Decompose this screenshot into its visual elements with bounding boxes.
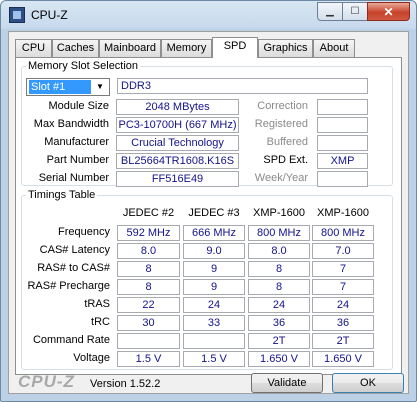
timing-row-label: tRAS <box>84 298 110 310</box>
cpuz-window: CPU-Z ▁ ☐ ✕ CPU Caches Mainboard Memory … <box>0 0 417 402</box>
part-number-value: BL25664TR1608.K16S <box>116 153 239 169</box>
memory-type-field: DDR3 <box>117 78 368 94</box>
timing-cell: 33 <box>183 315 245 331</box>
tab-cpu[interactable]: CPU <box>15 39 52 57</box>
minimize-button[interactable]: ▁ <box>317 2 343 21</box>
max-bandwidth-value: PC3-10700H (667 MHz) <box>116 117 239 133</box>
buffered-value <box>317 135 368 151</box>
timings-column-header: JEDEC #3 <box>188 207 240 219</box>
title-bar[interactable]: CPU-Z ▁ ☐ ✕ <box>1 1 416 29</box>
manufacturer-value: Crucial Technology <box>116 135 239 151</box>
timing-cell: 8 <box>117 261 180 277</box>
chevron-down-icon[interactable]: ▼ <box>92 80 108 94</box>
maximize-button[interactable]: ☐ <box>342 2 368 21</box>
timings-table-legend: Timings Table <box>28 189 96 201</box>
timings-column-header: XMP-1600 <box>317 207 369 219</box>
registered-label: Registered <box>254 118 308 130</box>
timing-cell <box>183 333 245 349</box>
version-text: Version 1.52.2 <box>90 378 161 390</box>
timing-cell: 8 <box>117 279 180 295</box>
timing-cell: 2T <box>248 333 310 349</box>
validate-button[interactable]: Validate <box>251 373 323 393</box>
timing-cell: 592 MHz <box>117 225 180 241</box>
timing-cell: 8.0 <box>117 243 180 259</box>
week-year-value <box>317 171 368 187</box>
timing-row-label: RAS# to CAS# <box>37 262 110 274</box>
timing-cell: 9 <box>183 279 245 295</box>
correction-label: Correction <box>257 100 308 112</box>
registered-value <box>317 117 368 133</box>
timing-cell: 24 <box>312 297 374 313</box>
timing-cell: 24 <box>248 297 310 313</box>
part-number-label: Part Number <box>46 154 109 166</box>
module-size-value: 2048 MBytes <box>116 99 239 115</box>
timing-cell: 1.650 V <box>312 351 374 367</box>
cpuz-logo: CPU-Z <box>18 372 75 391</box>
tab-memory[interactable]: Memory <box>161 39 212 57</box>
timing-row-label: Command Rate <box>32 334 110 346</box>
timing-cell: 24 <box>183 297 245 313</box>
timing-cell: 7.0 <box>312 243 374 259</box>
week-year-label: Week/Year <box>254 172 308 184</box>
buffered-label: Buffered <box>266 136 308 148</box>
timing-row-label: RAS# Precharge <box>27 280 110 292</box>
timing-row-label: Frequency <box>58 226 110 238</box>
timing-cell: 36 <box>312 315 374 331</box>
max-bandwidth-label: Max Bandwidth <box>33 118 109 130</box>
timing-cell: 1.5 V <box>117 351 180 367</box>
client-area: CPU Caches Mainboard Memory SPD Graphics… <box>8 31 409 394</box>
timing-cell: 666 MHz <box>183 225 245 241</box>
slot-selection-group: Memory Slot Selection Slot #1 ▼ DDR3 Mod… <box>21 60 393 187</box>
timing-cell: 2T <box>312 333 374 349</box>
timings-table-group: Timings Table JEDEC #2 JEDEC #3 XMP-1600… <box>21 189 393 370</box>
timing-cell: 30 <box>117 315 180 331</box>
timings-column-header: JEDEC #2 <box>122 207 175 219</box>
timing-cell: 1.5 V <box>183 351 245 367</box>
tab-mainboard[interactable]: Mainboard <box>99 39 161 57</box>
spd-ext-value: XMP <box>317 153 368 169</box>
timing-row-label: Voltage <box>73 352 110 364</box>
timing-cell <box>117 333 180 349</box>
ok-button[interactable]: OK <box>332 373 404 393</box>
timing-cell: 7 <box>312 279 374 295</box>
tab-spd[interactable]: SPD <box>212 37 258 58</box>
timing-row-label: tRC <box>91 316 110 328</box>
timing-cell: 8.0 <box>248 243 310 259</box>
cpuz-app-icon <box>9 7 25 23</box>
timing-row-label: CAS# Latency <box>39 244 110 256</box>
timing-cell: 8 <box>248 279 310 295</box>
slot-dropdown[interactable]: Slot #1 ▼ <box>26 78 110 96</box>
timing-cell: 36 <box>248 315 310 331</box>
slot-selection-legend: Memory Slot Selection <box>28 60 139 72</box>
timing-cell: 9.0 <box>183 243 245 259</box>
spd-page: Memory Slot Selection Slot #1 ▼ DDR3 Mod… <box>15 57 402 375</box>
timings-column-header: XMP-1600 <box>253 207 305 219</box>
slot-dropdown-value: Slot #1 <box>29 80 91 94</box>
module-size-label: Module Size <box>48 100 109 112</box>
timing-cell: 800 MHz <box>248 225 310 241</box>
tab-about[interactable]: About <box>313 39 355 57</box>
correction-value <box>317 99 368 115</box>
serial-number-label: Serial Number <box>38 172 109 184</box>
spd-ext-label: SPD Ext. <box>263 154 308 166</box>
window-title: CPU-Z <box>31 8 68 22</box>
timing-cell: 22 <box>117 297 180 313</box>
timing-cell: 7 <box>312 261 374 277</box>
timing-cell: 1.650 V <box>248 351 310 367</box>
timing-cell: 800 MHz <box>312 225 374 241</box>
timing-cell: 9 <box>183 261 245 277</box>
tab-graphics[interactable]: Graphics <box>258 39 313 57</box>
manufacturer-label: Manufacturer <box>44 136 109 148</box>
timing-cell: 8 <box>248 261 310 277</box>
close-button[interactable]: ✕ <box>367 2 410 21</box>
tab-caches[interactable]: Caches <box>52 39 99 57</box>
serial-number-value: FF516E49 <box>116 171 239 187</box>
